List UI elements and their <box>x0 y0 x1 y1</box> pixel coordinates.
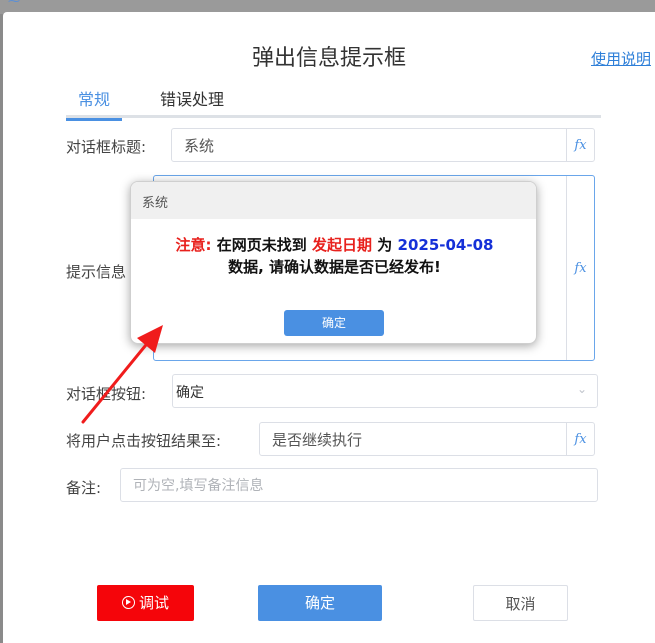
tab-general[interactable]: 常规 <box>66 88 122 121</box>
popup-message-line2: 数据, 请确认数据是否已经发布! <box>228 258 441 276</box>
dialog-title-field-label: 对话框标题: <box>66 138 147 156</box>
popup-message-date: 2025-04-08 <box>397 236 494 254</box>
save-result-field-label: 将用户点击按钮结果至: <box>66 432 222 450</box>
play-icon <box>121 596 135 609</box>
dialog-button-select[interactable]: 确定 ⌄ <box>172 374 598 408</box>
message-field-label: 提示信息 <box>66 263 127 281</box>
popup-message-prefix: 注意: <box>175 236 212 254</box>
background-glyph: ⁓ <box>8 0 20 8</box>
cancel-button[interactable]: 取消 <box>473 585 568 621</box>
popup-message: 注意: 在网页未找到 发起日期 为 2025-04-08 数据, 请确认数据是否… <box>131 234 536 278</box>
ok-button[interactable]: 确定 <box>258 585 382 621</box>
tab-bar: 常规 错误处理 <box>66 88 601 121</box>
popup-title: 系统 <box>131 182 536 219</box>
annotation-arrow-icon <box>81 325 163 424</box>
debug-button-label: 调试 <box>138 594 169 612</box>
tab-error-handling[interactable]: 错误处理 <box>160 88 224 118</box>
dialog-button-select-value: 确定 <box>176 385 204 401</box>
help-link[interactable]: 使用说明 <box>591 48 651 69</box>
dialog-title-input-value: 系统 <box>184 137 215 155</box>
popup-message-part1: 在网页未找到 <box>216 236 307 254</box>
popup-ok-button[interactable]: 确定 <box>284 310 384 336</box>
dialog-title-input[interactable]: 系统 fx <box>171 128 595 162</box>
popup-message-highlight: 发起日期 <box>312 236 373 254</box>
fx-icon[interactable]: fx <box>566 129 594 161</box>
chevron-down-icon: ⌄ <box>576 382 587 396</box>
note-field-label: 备注: <box>66 479 102 497</box>
message-popup: 系统 注意: 在网页未找到 发起日期 为 2025-04-08 数据, 请确认数… <box>130 181 537 344</box>
note-input[interactable]: 可为空,填写备注信息 <box>120 468 598 502</box>
save-result-input[interactable]: 是否继续执行 fx <box>259 422 595 456</box>
save-result-input-value: 是否继续执行 <box>272 431 363 449</box>
debug-button[interactable]: 调试 <box>97 585 194 621</box>
fx-icon[interactable]: fx <box>566 176 594 360</box>
fx-icon[interactable]: fx <box>566 423 594 455</box>
note-input-placeholder: 可为空,填写备注信息 <box>133 478 264 494</box>
popup-message-part2: 为 <box>377 236 393 254</box>
dialog-title: 弹出信息提示框 <box>251 46 406 71</box>
